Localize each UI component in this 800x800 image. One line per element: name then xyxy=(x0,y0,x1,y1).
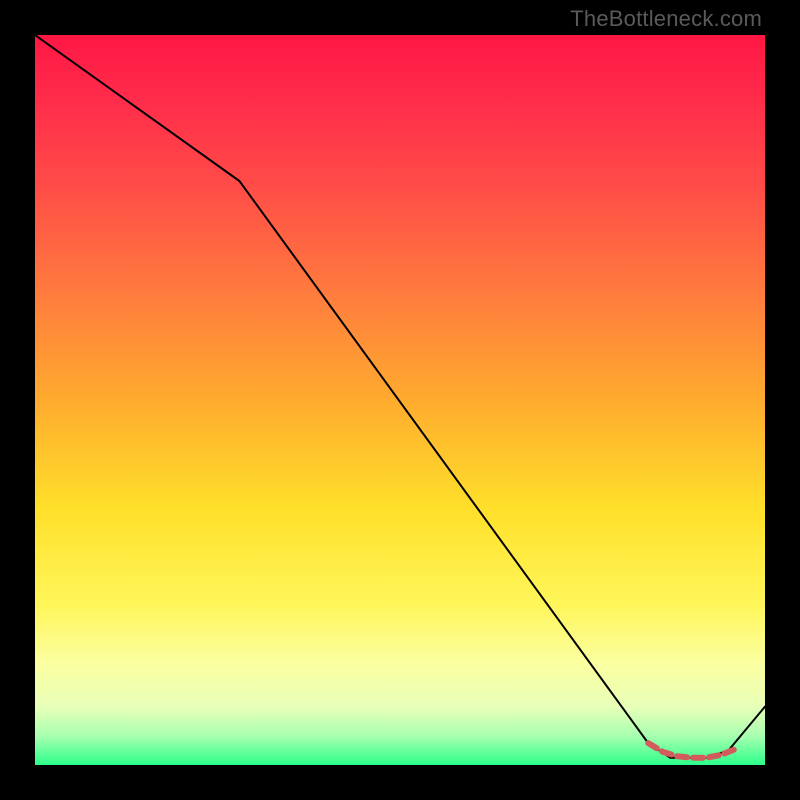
chart-svg xyxy=(35,35,765,765)
plot-area xyxy=(35,35,765,765)
watermark-text: TheBottleneck.com xyxy=(570,6,762,32)
gradient-background xyxy=(35,35,765,765)
chart-stage: TheBottleneck.com xyxy=(0,0,800,800)
